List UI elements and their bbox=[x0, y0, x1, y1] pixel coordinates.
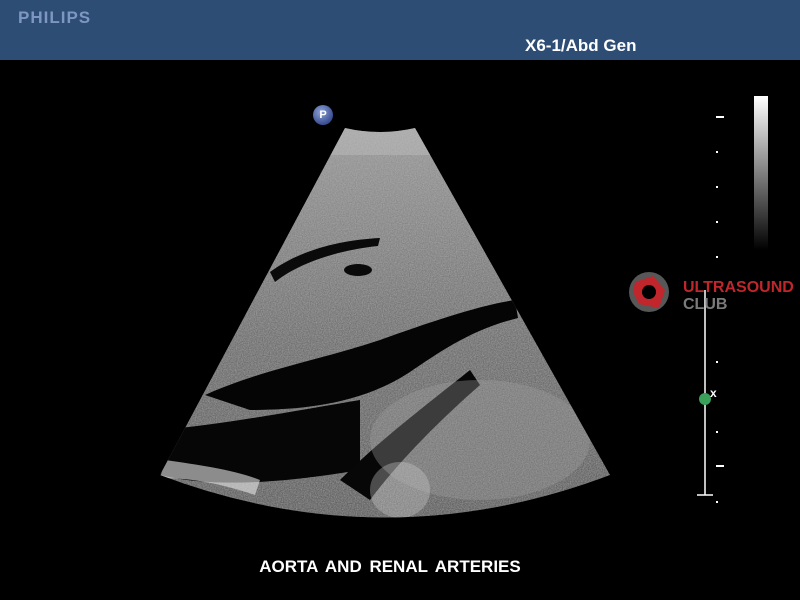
depth-tick bbox=[716, 501, 718, 503]
depth-tick bbox=[716, 221, 718, 223]
depth-tick bbox=[716, 431, 718, 433]
probe-preset-label: X6-1/Abd Gen bbox=[525, 36, 637, 55]
image-caption: AORTA AND RENAL ARTERIES bbox=[259, 557, 521, 576]
focus-label: x bbox=[710, 386, 717, 400]
orientation-marker: P bbox=[313, 105, 333, 125]
depth-tick bbox=[716, 151, 718, 153]
ultrasound-image bbox=[160, 128, 610, 518]
brand-logo: PHILIPS bbox=[18, 8, 92, 27]
depth-tick bbox=[716, 186, 718, 188]
depth-tick bbox=[716, 361, 718, 363]
top-bar: PHILIPS X6-1/Abd Gen bbox=[0, 0, 800, 60]
grayscale-bar bbox=[754, 96, 768, 250]
watermark-text: ULTRASOUND CLUB bbox=[683, 279, 794, 313]
watermark-line1: ULTRASOUND bbox=[683, 279, 794, 296]
ultrasound-club-logo-icon bbox=[629, 272, 669, 312]
watermark-line2: CLUB bbox=[683, 296, 728, 313]
depth-tick bbox=[716, 256, 718, 258]
scan-sector bbox=[160, 128, 610, 518]
